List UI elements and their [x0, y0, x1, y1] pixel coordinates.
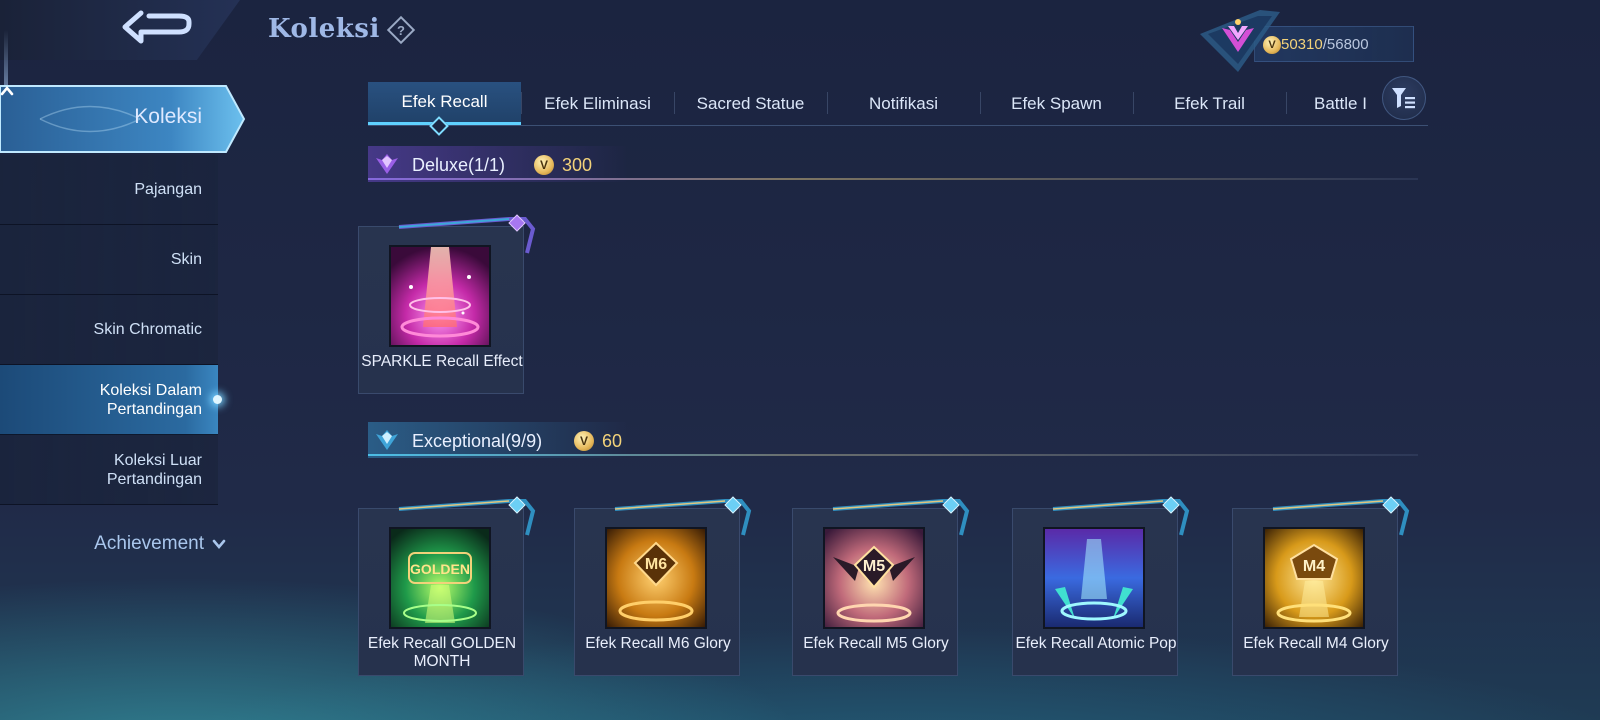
points-max: 56800: [1326, 35, 1369, 53]
item-card[interactable]: M6 Efek Recall M6 Glory: [574, 496, 752, 676]
filter-icon: [1392, 88, 1415, 109]
thumb-text: GOLDEN: [410, 561, 470, 577]
item-thumbnail: GOLDEN: [389, 527, 491, 629]
item-card[interactable]: SPARKLE Recall Effect: [358, 214, 536, 394]
exceptional-gem-icon: [376, 430, 398, 450]
rank-badge-icon: [1200, 10, 1280, 72]
section-divider: [368, 178, 1418, 180]
item-name: Efek Recall M4 Glory: [1243, 635, 1389, 652]
page-title: Koleksi: [268, 14, 380, 44]
category-tabs: Efek Recall Efek Eliminasi Sacred Statue…: [368, 82, 1428, 126]
item-thumbnail: [389, 245, 491, 347]
item-thumbnail: [1043, 527, 1145, 629]
section-divider: [368, 454, 1418, 456]
points-current: 50310: [1281, 35, 1323, 53]
tab-efek-recall[interactable]: Efek Recall: [368, 82, 521, 125]
item-card[interactable]: Efek Recall Atomic Pop: [1012, 496, 1190, 676]
sidebar-achievement[interactable]: Achievement: [0, 526, 232, 562]
sidebar-main-koleksi[interactable]: Koleksi: [0, 84, 246, 154]
atomic-pop-recall-image: [1045, 529, 1143, 627]
item-name: SPARKLE Recall Effect: [361, 353, 523, 370]
item-card[interactable]: GOLDEN Efek Recall GOLDEN MONTH: [358, 496, 536, 676]
sidebar-item-skin-chromatic[interactable]: Skin Chromatic: [0, 295, 218, 365]
section-exceptional-header: Exceptional(9/9) V 60: [368, 422, 1418, 462]
section-points: 60: [602, 431, 623, 451]
deluxe-gem-icon: [376, 154, 398, 174]
thumb-text: M5: [863, 558, 885, 575]
section-count: (1/1): [468, 155, 506, 175]
sidebar-main-label: Koleksi: [134, 105, 202, 128]
sidebar-item-label: Koleksi Luar Pertandingan: [106, 451, 202, 488]
tab-efek-eliminasi[interactable]: Efek Eliminasi: [521, 82, 674, 125]
thumb-text: M4: [1303, 558, 1325, 575]
sidebar-item-skin[interactable]: Skin: [0, 225, 218, 295]
sidebar-item-label: Skin Chromatic: [93, 321, 202, 338]
item-card[interactable]: M4 Efek Recall M4 Glory: [1232, 496, 1410, 676]
sidebar-item-label: Pajangan: [134, 181, 202, 198]
section-deluxe-header: Deluxe(1/1) V 300: [368, 146, 1418, 186]
coin-icon: V: [534, 155, 554, 175]
item-card[interactable]: M5 Efek Recall M5 Glory: [792, 496, 970, 676]
sidebar-item-koleksi-luar-pertandingan[interactable]: Koleksi Luar Pertandingan: [0, 435, 218, 505]
tab-sacred-statue[interactable]: Sacred Statue: [674, 82, 827, 125]
m4-glory-recall-image: M4: [1265, 529, 1363, 627]
question-diamond-icon: ?: [386, 15, 416, 45]
section-name: Deluxe: [412, 155, 469, 175]
svg-text:?: ?: [397, 23, 405, 38]
help-button[interactable]: ?: [386, 15, 416, 45]
tab-notifikasi[interactable]: Notifikasi: [827, 82, 980, 125]
chevron-down-icon: [212, 539, 226, 550]
chevron-up-icon: [0, 85, 14, 96]
item-thumbnail: M5: [823, 527, 925, 629]
coin-icon: V: [574, 431, 594, 451]
tab-efek-spawn[interactable]: Efek Spawn: [980, 82, 1133, 125]
active-indicator-dot: [213, 395, 222, 404]
section-points: 300: [562, 155, 593, 175]
item-name: Efek Recall GOLDEN MONTH: [367, 635, 517, 670]
tab-efek-trail[interactable]: Efek Trail: [1133, 82, 1286, 125]
section-name: Exceptional: [412, 431, 506, 451]
filter-button[interactable]: [1382, 76, 1426, 120]
sidebar-item-label: Skin: [170, 251, 202, 268]
thumb-text: M6: [645, 556, 667, 573]
item-name: Efek Recall M5 Glory: [803, 635, 949, 652]
section-count: (9/9): [505, 431, 543, 451]
back-arrow-icon: [122, 10, 192, 44]
item-thumbnail: M4: [1263, 527, 1365, 629]
achievement-label: Achievement: [94, 533, 204, 554]
item-name: Efek Recall M6 Glory: [585, 635, 731, 652]
m5-glory-recall-image: M5: [825, 529, 923, 627]
sidebar-item-koleksi-dalam-pertandingan[interactable]: Koleksi Dalam Pertandingan: [0, 365, 222, 435]
sidebar-main-background: [0, 85, 246, 153]
m6-glory-recall-image: M6: [607, 529, 705, 627]
sidebar-item-label: Koleksi Dalam Pertandingan: [99, 381, 202, 418]
item-name: Efek Recall Atomic Pop: [1015, 635, 1177, 652]
sparkle-recall-image: [391, 247, 489, 345]
item-thumbnail: M6: [605, 527, 707, 629]
back-button[interactable]: [118, 6, 198, 52]
sidebar-item-pajangan[interactable]: Pajangan: [0, 155, 218, 225]
golden-month-recall-image: GOLDEN: [391, 529, 489, 627]
